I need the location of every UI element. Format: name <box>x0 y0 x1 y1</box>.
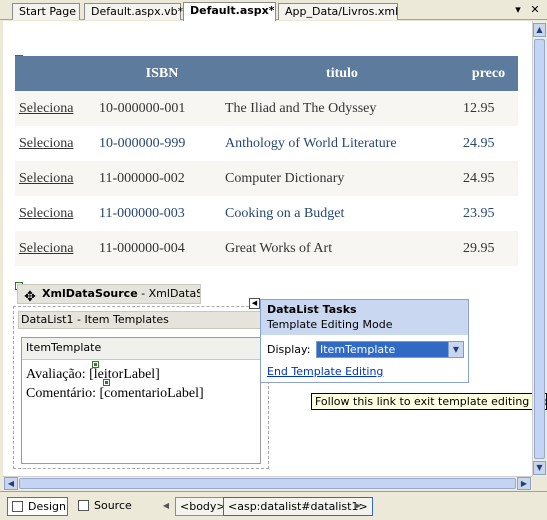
source-view-icon <box>78 500 89 511</box>
tab-default-aspx-vb[interactable]: Default.aspx.vb* <box>84 3 183 20</box>
xml-datasource-type: XmlDataSource <box>42 287 138 300</box>
tooltip: Follow this link to exit template editin… <box>311 393 547 410</box>
move-handle-icon[interactable]: ✥ <box>22 289 38 305</box>
isbn-cell: 11-000000-002 <box>99 161 225 196</box>
display-label: Display: <box>267 343 311 356</box>
grid-header-isbn: ISBN <box>99 56 225 91</box>
horizontal-scroll-thumb[interactable] <box>19 478 516 489</box>
item-template-panel[interactable]: ItemTemplate Avaliação: [leitorLabel] Co… <box>21 337 261 464</box>
design-view-button[interactable]: Design <box>7 497 68 516</box>
close-tab-icon[interactable]: ✕ <box>528 3 542 17</box>
grid-header-titulo: titulo <box>225 56 459 91</box>
crumb-back-icon[interactable]: ◀ <box>160 500 172 512</box>
collapse-tasks-icon[interactable]: ◀ <box>249 298 260 309</box>
end-template-editing-link[interactable]: End Template Editing <box>267 365 383 378</box>
select-link[interactable]: Seleciona <box>19 241 73 256</box>
select-link[interactable]: Seleciona <box>19 136 73 151</box>
document-tab-strip: Start Page Default.aspx.vb* Default.aspx… <box>0 0 547 21</box>
comentario-label: Comentário: <box>26 386 100 401</box>
avaliacao-label: Avaliação: <box>26 367 90 382</box>
template-body[interactable]: Avaliação: [leitorLabel] Comentário: [co… <box>22 360 260 403</box>
breadcrumb-datalist[interactable]: <asp:datalist#datalist1> <box>223 497 373 516</box>
display-select-value: ItemTemplate <box>320 343 396 356</box>
field-glyph-icon <box>103 379 110 386</box>
xml-datasource-control[interactable]: XmlDataSource - XmlDataSource1 <box>17 284 201 304</box>
datalist-control[interactable]: DataList1 - Item Templates ItemTemplate … <box>13 306 269 469</box>
scroll-down-icon[interactable]: ▼ <box>533 461 546 475</box>
xml-datasource-id: - XmlDataSource1 <box>141 287 200 300</box>
tasks-title: DataList Tasks <box>267 303 357 316</box>
isbn-cell: 11-000000-003 <box>99 196 225 231</box>
preco-cell: 24.95 <box>459 161 518 196</box>
table-row: Seleciona 11-000000-002 Computer Diction… <box>15 161 518 196</box>
isbn-cell: 11-000000-004 <box>99 231 225 266</box>
crumb-forward-icon[interactable]: ▶ <box>352 500 364 512</box>
chevron-down-icon[interactable]: ▼ <box>448 342 463 357</box>
field-glyph-icon <box>92 361 99 368</box>
table-row: Seleciona 10-000000-999 Anthology of Wor… <box>15 126 518 161</box>
table-row: Seleciona 11-000000-003 Cooking on a Bud… <box>15 196 518 231</box>
tasks-header: DataList Tasks Template Editing Mode <box>261 300 468 335</box>
table-row: Seleciona 10-000000-001 The Iliad and Th… <box>15 91 518 126</box>
vertical-scroll-thumb[interactable] <box>534 39 545 459</box>
scroll-left-icon[interactable]: ◀ <box>4 477 18 490</box>
titulo-cell: The Iliad and The Odyssey <box>225 91 459 126</box>
tab-start-page[interactable]: Start Page <box>12 3 80 20</box>
vertical-scrollbar[interactable]: ▲ ▼ <box>532 21 546 476</box>
titulo-cell: Anthology of World Literature <box>225 126 459 161</box>
isbn-cell: 10-000000-001 <box>99 91 225 126</box>
template-name: ItemTemplate <box>22 338 260 360</box>
isbn-cell: 10-000000-999 <box>99 126 225 161</box>
gridview: ISBN titulo preco Seleciona 10-000000-00… <box>15 56 518 266</box>
horizontal-scrollbar[interactable]: ◀ ▶ <box>3 476 532 490</box>
display-select[interactable]: ItemTemplate ▼ <box>316 341 464 358</box>
select-link[interactable]: Seleciona <box>19 171 73 186</box>
titulo-cell: Cooking on a Budget <box>225 196 459 231</box>
design-label: Design <box>28 500 66 513</box>
datalist-header: DataList1 - Item Templates <box>18 311 264 329</box>
tab-default-aspx[interactable]: Default.aspx* <box>183 2 276 21</box>
scroll-right-icon[interactable]: ▶ <box>517 477 531 490</box>
tab-list-dropdown-icon[interactable]: ▾ <box>511 3 525 17</box>
select-link[interactable]: Seleciona <box>19 101 73 116</box>
tab-livros-xml[interactable]: App_Data/Livros.xml <box>278 3 398 20</box>
titulo-cell: Great Works of Art <box>225 231 459 266</box>
preco-cell: 12.95 <box>459 91 518 126</box>
source-label: Source <box>94 499 132 512</box>
leitor-label-field[interactable]: [leitorLabel] <box>89 367 160 382</box>
datalist-tasks-panel: DataList Tasks Template Editing Mode Dis… <box>260 299 469 383</box>
tasks-subtitle: Template Editing Mode <box>267 318 393 331</box>
comentario-label-field[interactable]: [comentarioLabel] <box>100 386 204 401</box>
grid-header-select <box>15 56 99 91</box>
design-view-icon <box>12 501 23 512</box>
table-row: Seleciona 11-000000-004 Great Works of A… <box>15 231 518 266</box>
scroll-up-icon[interactable]: ▲ <box>533 23 546 37</box>
preco-cell: 24.95 <box>459 126 518 161</box>
source-view-button[interactable]: Source <box>74 497 132 516</box>
grid-header-preco: preco <box>459 56 518 91</box>
select-link[interactable]: Seleciona <box>19 206 73 221</box>
preco-cell: 23.95 <box>459 196 518 231</box>
preco-cell: 29.95 <box>459 231 518 266</box>
titulo-cell: Computer Dictionary <box>225 161 459 196</box>
view-bar: Design Source ◀ <body> <asp:datalist#dat… <box>0 491 547 520</box>
